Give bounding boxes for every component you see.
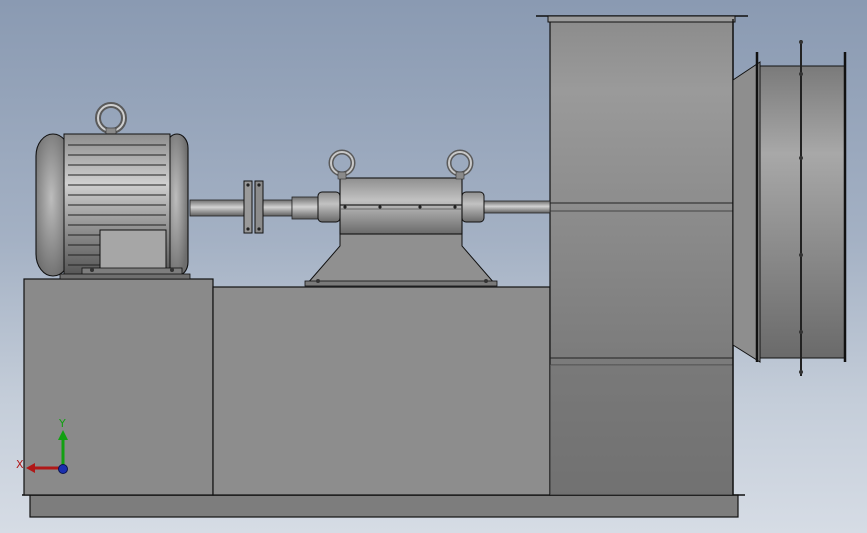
lifting-eye-motor bbox=[95, 102, 127, 137]
motor-pedestal bbox=[23, 278, 214, 496]
x-axis-label: X bbox=[16, 458, 24, 471]
lifting-eye-left bbox=[328, 149, 356, 180]
y-axis-label: Y bbox=[58, 417, 66, 430]
terminal-box bbox=[99, 229, 167, 275]
flange-coupling bbox=[243, 180, 264, 234]
z-axis-dot bbox=[58, 464, 68, 474]
lifting-eye-right bbox=[446, 149, 474, 180]
fan-housing bbox=[536, 15, 748, 496]
cad-viewport[interactable]: Y X bbox=[0, 0, 867, 533]
fan-assembly-drawing: Y X bbox=[16, 15, 847, 518]
base-plate bbox=[29, 494, 739, 518]
bearing-housing bbox=[304, 149, 498, 287]
inlet-duct bbox=[732, 40, 847, 376]
center-pedestal bbox=[212, 286, 551, 496]
electric-motor bbox=[35, 102, 191, 280]
